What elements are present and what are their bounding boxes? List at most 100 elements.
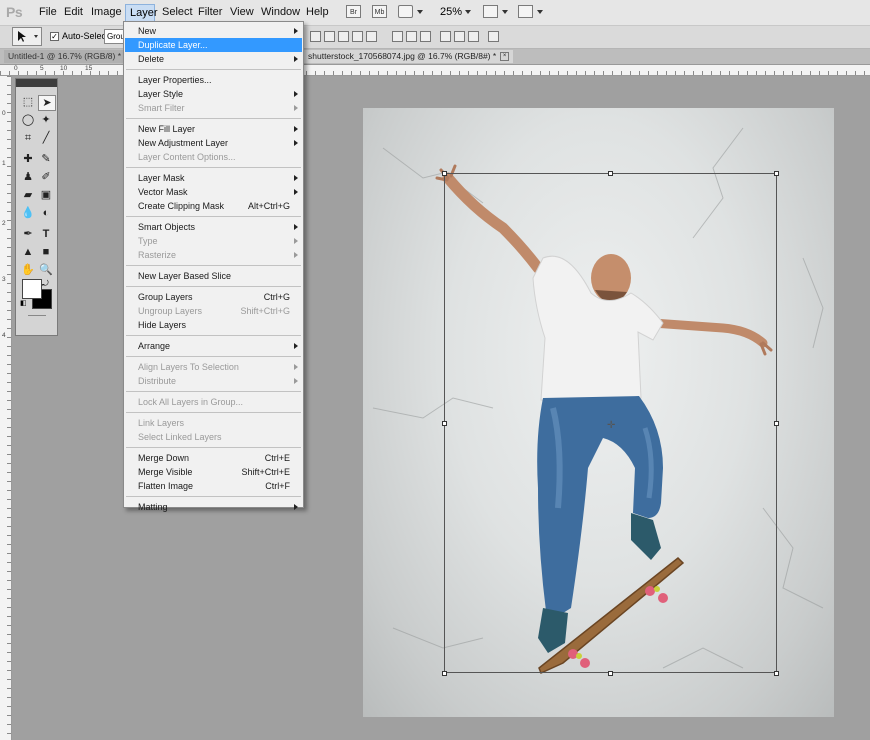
menu-edit[interactable]: Edit	[64, 6, 83, 18]
distribute-bottom-icon[interactable]	[420, 31, 431, 42]
align-hcenter-icon[interactable]	[366, 31, 377, 42]
auto-select-checkbox[interactable]: ✓	[50, 32, 59, 41]
distribute-right-icon[interactable]	[468, 31, 479, 42]
type-tool-icon[interactable]: T	[38, 227, 54, 241]
menu-item-label: Rasterize	[138, 250, 177, 260]
menu-item-label: Layer Mask	[138, 173, 185, 183]
transform-handle[interactable]	[442, 171, 447, 176]
screen-mode-icon[interactable]	[518, 5, 533, 18]
chevron-down-icon[interactable]	[417, 10, 423, 14]
close-icon[interactable]: ×	[500, 52, 510, 62]
lasso-tool-icon[interactable]: ◯	[20, 113, 36, 127]
menu-item-new-adjustment-layer[interactable]: New Adjustment Layer	[125, 136, 302, 150]
eyedropper-icon[interactable]: ╱	[38, 131, 54, 145]
menu-item-merge-visible[interactable]: Merge Visible Shift+Ctrl+E	[125, 465, 302, 479]
menu-item-smart-objects[interactable]: Smart Objects	[125, 220, 302, 234]
menu-item-group-layers[interactable]: Group Layers Ctrl+G	[125, 290, 302, 304]
gradient-tool-icon[interactable]: ▣	[38, 188, 54, 202]
foreground-color-swatch[interactable]	[22, 279, 42, 299]
menu-item-matting[interactable]: Matting	[125, 500, 302, 514]
eraser-icon[interactable]: ▰	[20, 188, 36, 202]
ruler-mark: 0	[2, 110, 6, 117]
menu-filter[interactable]: Filter	[198, 6, 222, 18]
chevron-down-icon[interactable]	[502, 10, 508, 14]
healing-brush-icon[interactable]: ✚	[20, 152, 36, 166]
menu-item-ungroup-layers: Ungroup Layers Shift+Ctrl+G	[125, 304, 302, 318]
menu-help[interactable]: Help	[306, 6, 329, 18]
menu-item-new-fill-layer[interactable]: New Fill Layer	[125, 122, 302, 136]
submenu-arrow-icon	[294, 378, 298, 384]
zoom-tool-icon[interactable]: 🔍	[38, 263, 54, 277]
tab-untitled-1[interactable]: Untitled-1 @ 16.7% (RGB/8) *	[4, 50, 126, 63]
dodge-tool-icon[interactable]: ◐	[38, 206, 54, 220]
menu-item-arrange[interactable]: Arrange	[125, 339, 302, 353]
align-bottom-icon[interactable]	[338, 31, 349, 42]
quick-mask-icon[interactable]	[28, 315, 46, 316]
default-colors-icon[interactable]: ◧	[20, 299, 27, 307]
menu-item-label: Layer Style	[138, 89, 184, 99]
chevron-down-icon[interactable]	[465, 10, 471, 14]
menu-image[interactable]: Image	[91, 6, 122, 18]
menu-item-link-layers: Link Layers	[125, 416, 302, 430]
menu-item-layer-style[interactable]: Layer Style	[125, 87, 302, 101]
menu-window[interactable]: Window	[261, 6, 300, 18]
transform-handle[interactable]	[442, 671, 447, 676]
bridge-button[interactable]: Br	[346, 5, 361, 18]
path-selection-icon[interactable]: ▲	[20, 245, 36, 259]
menu-select[interactable]: Select	[162, 6, 193, 18]
tab-shutterstock[interactable]: shutterstock_170568074.jpg @ 16.7% (RGB/…	[304, 50, 514, 63]
brush-tool-icon[interactable]: ✎	[38, 152, 54, 166]
history-brush-icon[interactable]: ✐	[38, 170, 54, 184]
distribute-left-icon[interactable]	[440, 31, 451, 42]
menu-file[interactable]: File	[39, 6, 57, 18]
zoom-level[interactable]: 25%	[440, 6, 462, 18]
transform-handle[interactable]	[608, 171, 613, 176]
transform-bounding-box[interactable]: ✛	[442, 171, 779, 676]
menu-item-delete[interactable]: Delete	[125, 52, 302, 66]
menu-item-hide-layers[interactable]: Hide Layers	[125, 318, 302, 332]
menu-item-new[interactable]: New	[125, 24, 302, 38]
menu-item-vector-mask[interactable]: Vector Mask	[125, 185, 302, 199]
chevron-down-icon[interactable]	[537, 10, 543, 14]
move-tool-icon[interactable]: ➤	[38, 95, 56, 111]
pen-tool-icon[interactable]: ✒	[20, 227, 36, 241]
menu-item-flatten-image[interactable]: Flatten Image Ctrl+F	[125, 479, 302, 493]
menu-item-create-clipping-mask[interactable]: Create Clipping Mask Alt+Ctrl+G	[125, 199, 302, 213]
distribute-hcenter-icon[interactable]	[454, 31, 465, 42]
clone-stamp-icon[interactable]: ♟	[20, 170, 36, 184]
transform-handle[interactable]	[774, 421, 779, 426]
marquee-tool-icon[interactable]: ⬚	[20, 95, 36, 109]
minibridge-button[interactable]: Mb	[372, 5, 387, 18]
auto-align-icon[interactable]	[488, 31, 499, 42]
menu-item-new-layer-based-slice[interactable]: New Layer Based Slice	[125, 269, 302, 283]
align-vcenter-icon[interactable]	[324, 31, 335, 42]
align-top-icon[interactable]	[310, 31, 321, 42]
transform-handle[interactable]	[774, 671, 779, 676]
menu-item-label: Merge Down	[138, 453, 190, 463]
menu-item-label: New	[138, 26, 157, 36]
hand-tool-icon[interactable]: ✋	[20, 263, 36, 277]
magic-wand-icon[interactable]: ✦	[38, 113, 54, 127]
transform-handle[interactable]	[774, 171, 779, 176]
menu-item-label: Flatten Image	[138, 481, 194, 491]
view-extras-icon[interactable]	[398, 5, 413, 18]
tool-preset-picker[interactable]	[12, 27, 42, 46]
crop-tool-icon[interactable]: ⌗	[20, 131, 36, 145]
menu-item-layer-properties[interactable]: Layer Properties...	[125, 73, 302, 87]
distribute-vcenter-icon[interactable]	[406, 31, 417, 42]
blur-tool-icon[interactable]: 💧	[20, 206, 36, 220]
swap-colors-icon[interactable]: ⤾	[42, 279, 49, 289]
arrange-documents-icon[interactable]	[483, 5, 498, 18]
menu-item-duplicate-layer[interactable]: Duplicate Layer...	[125, 38, 302, 52]
distribute-top-icon[interactable]	[392, 31, 403, 42]
menu-item-merge-down[interactable]: Merge Down Ctrl+E	[125, 451, 302, 465]
tools-panel-header[interactable]	[16, 79, 57, 87]
menu-item-shortcut: Ctrl+E	[264, 453, 290, 463]
transform-handle[interactable]	[608, 671, 613, 676]
shape-tool-icon[interactable]: ■	[38, 245, 54, 259]
align-left-icon[interactable]	[352, 31, 363, 42]
menu-view[interactable]: View	[230, 6, 254, 18]
menu-item-layer-mask[interactable]: Layer Mask	[125, 171, 302, 185]
transform-handle[interactable]	[442, 421, 447, 426]
transform-center-icon[interactable]: ✛	[607, 420, 615, 431]
